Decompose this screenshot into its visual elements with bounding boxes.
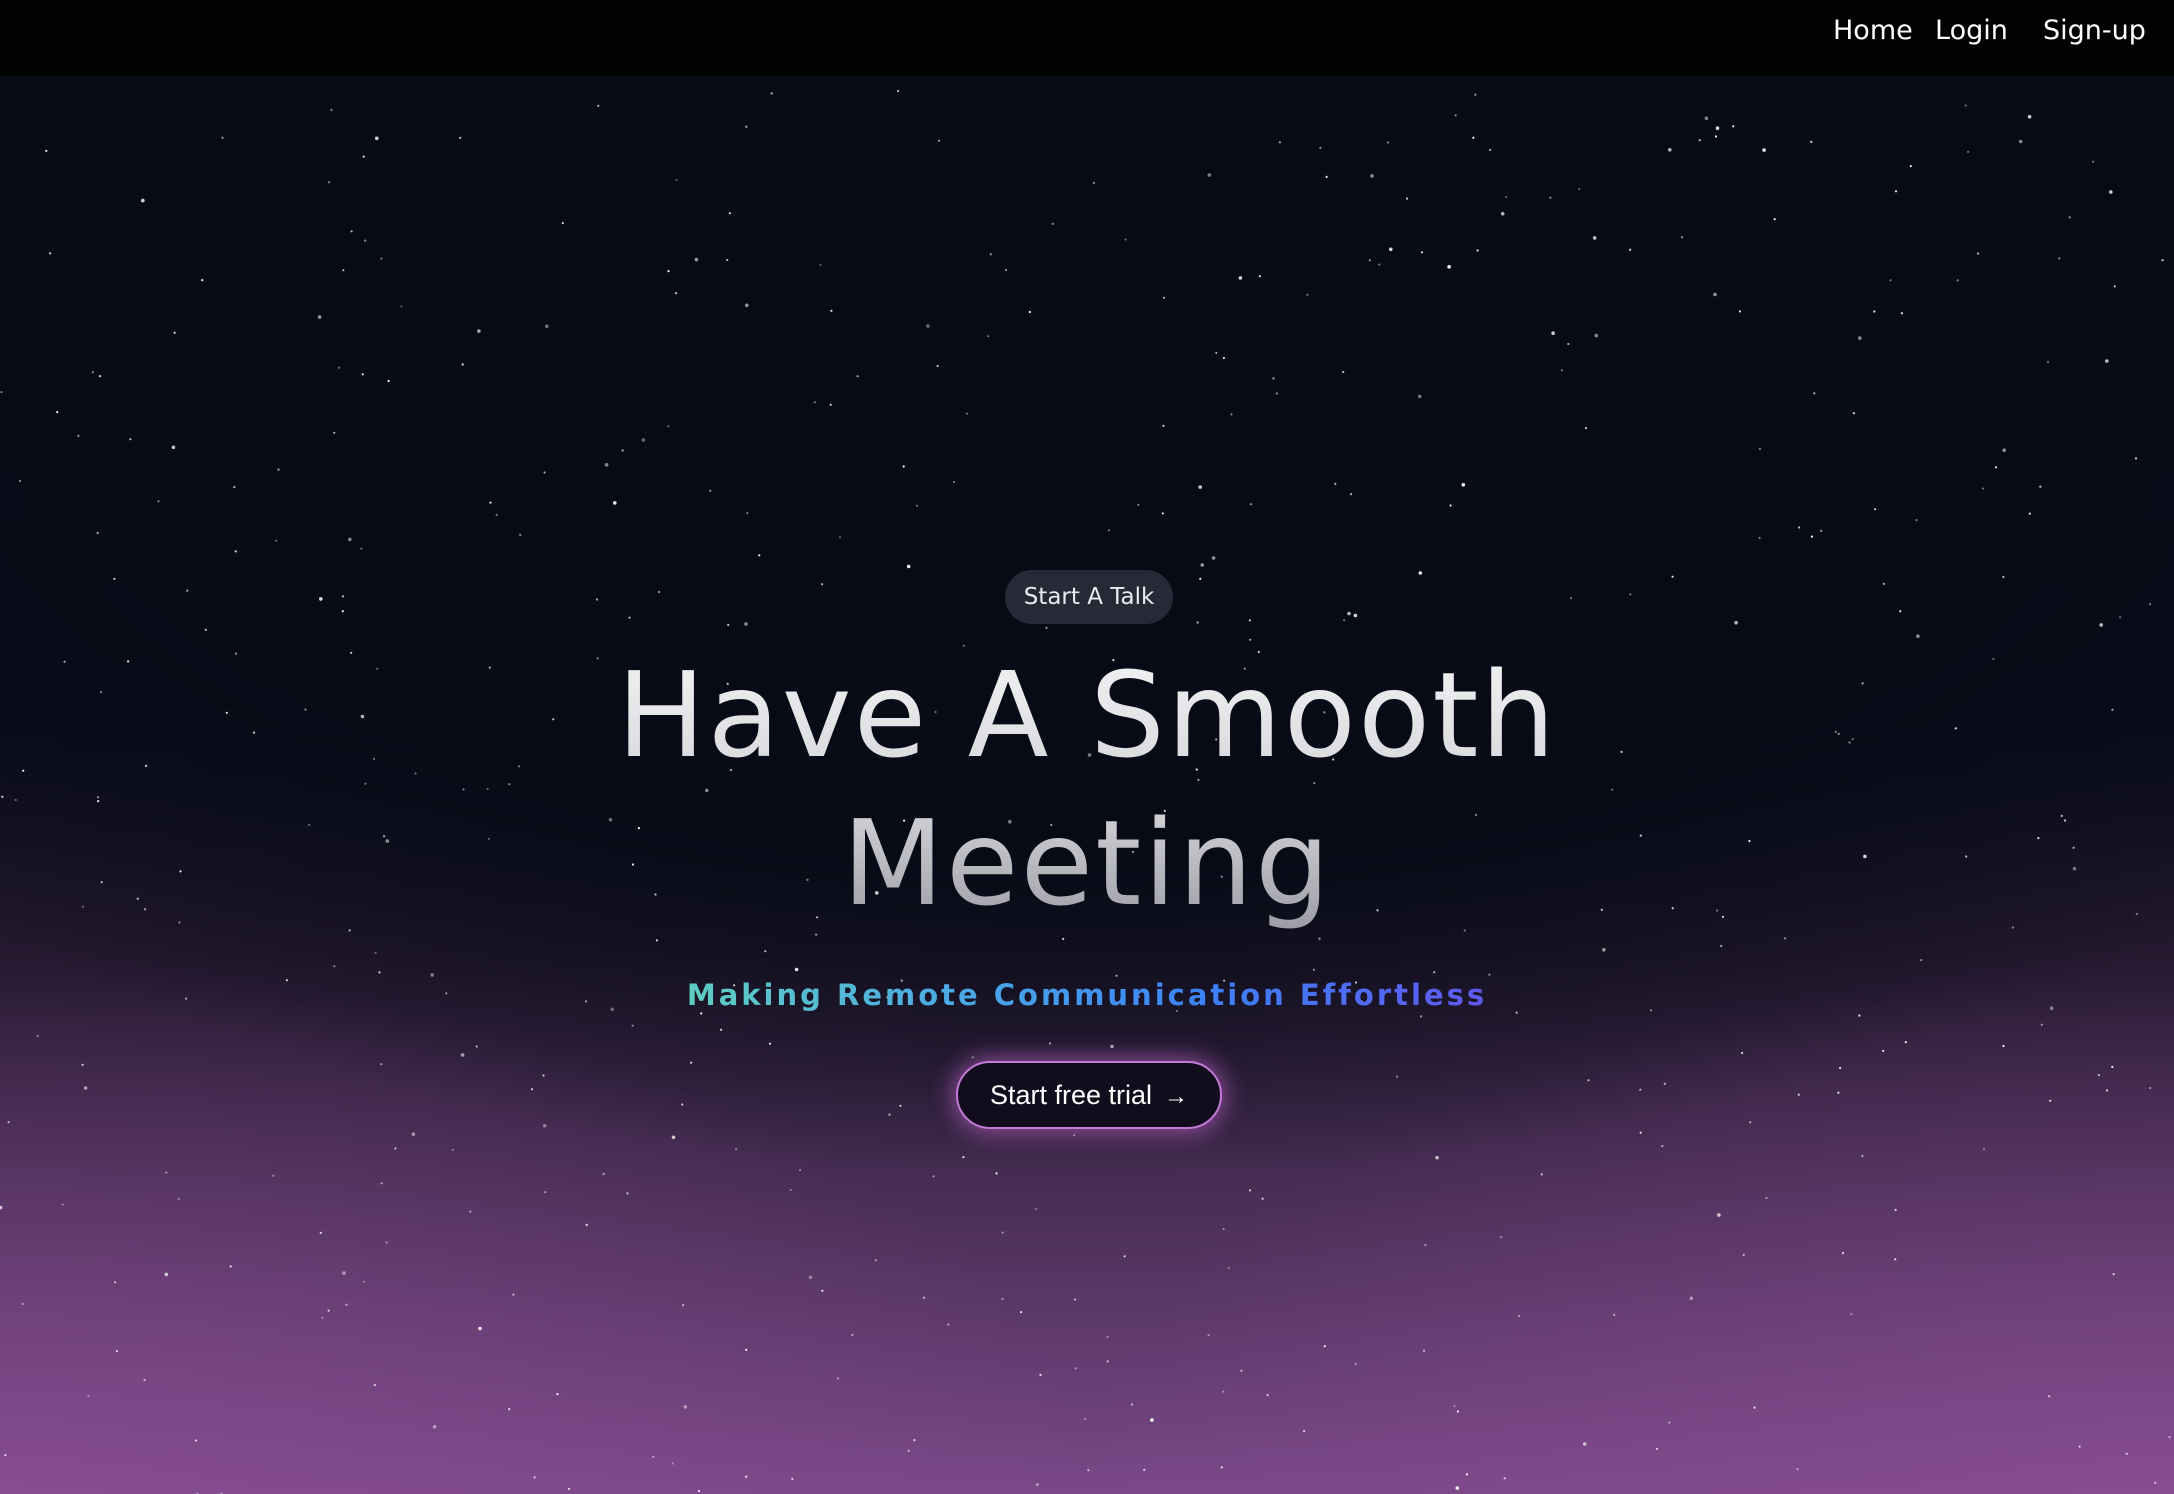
top-navbar: Home Login Sign-up [0, 0, 2174, 76]
nav-signup-link[interactable]: Sign-up [2043, 0, 2146, 62]
page: Home Login Sign-up Start A Talk Have A S… [0, 0, 2174, 1494]
hero-content: Start A Talk Have A Smooth Meeting Makin… [0, 76, 2174, 1494]
hero-subtitle: Making Remote Communication Effortless [487, 978, 1687, 1012]
hero-section: Start A Talk Have A Smooth Meeting Makin… [0, 76, 2174, 1494]
start-a-talk-badge[interactable]: Start A Talk [1005, 570, 1173, 624]
start-free-trial-button[interactable]: Start free trial → [956, 1061, 1222, 1129]
arrow-right-icon: → [1164, 1083, 1189, 1110]
nav-home-link[interactable]: Home [1833, 0, 1913, 62]
headline-line-1: Have A Smooth [616, 646, 1558, 784]
nav-login-link[interactable]: Login [1935, 0, 2008, 62]
cta-label: Start free trial [989, 1080, 1153, 1110]
hero-headline: Have A Smooth Meeting [487, 641, 1687, 937]
headline-line-2: Meeting [842, 794, 1332, 932]
